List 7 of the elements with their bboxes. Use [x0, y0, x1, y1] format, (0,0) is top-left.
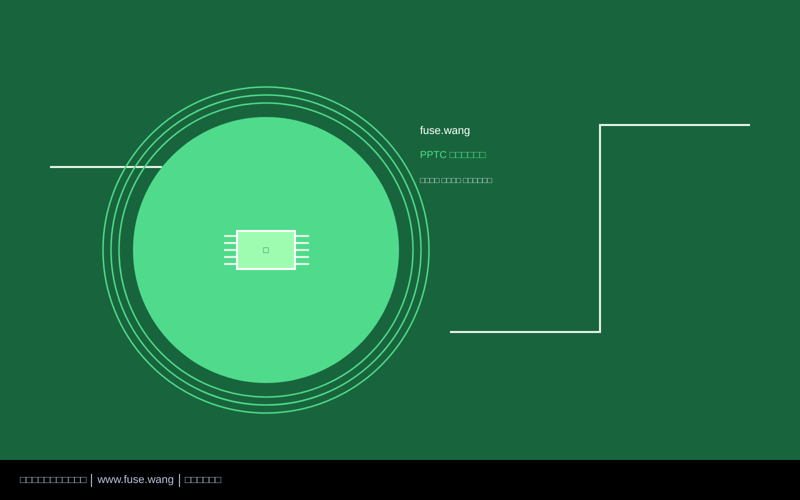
chip-label: □	[263, 245, 269, 255]
footer-text: □□□□□□□□□□□	[20, 474, 86, 486]
tagline: □□□□ □□□□ □□□□□□	[420, 175, 492, 187]
footer-text: □□□□□□	[184, 474, 222, 486]
subtitle: PPTC □□□□□□	[420, 149, 487, 163]
website-link[interactable]: www.fuse.wang	[97, 474, 174, 486]
site-title: fuse.wang	[420, 124, 472, 138]
